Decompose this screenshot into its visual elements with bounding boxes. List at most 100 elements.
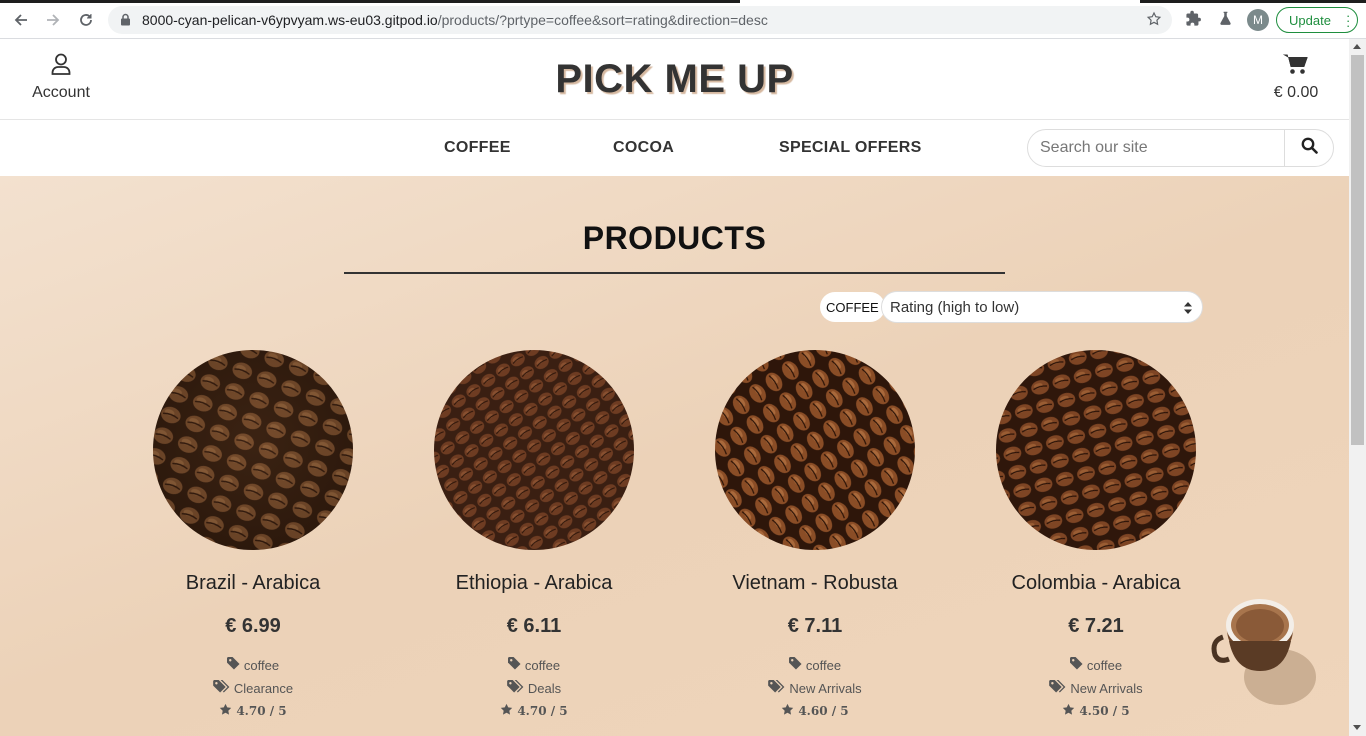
nav-cocoa[interactable]: COCOA (613, 139, 674, 157)
nav-coffee[interactable]: COFFEE (444, 139, 511, 157)
product-rating: 4.60 / 5 (798, 704, 849, 718)
sort-select[interactable]: Rating (high to low) (881, 291, 1203, 323)
product-meta: coffee Deals 4.70 / 5 (404, 654, 664, 723)
url-host: 8000-cyan-pelican-v6ypvyam.ws-eu03.gitpo… (142, 12, 438, 28)
cart-link[interactable]: € 0.00 (1268, 53, 1324, 102)
product-rating: 4.70 / 5 (236, 704, 287, 718)
search-placeholder: Search our site (1040, 139, 1148, 156)
product-rating-row: 4.60 / 5 (685, 700, 945, 723)
labs-flask-icon[interactable] (1218, 10, 1233, 31)
product-name[interactable]: Brazil - Arabica (123, 572, 383, 595)
page-title: PRODUCTS (582, 220, 767, 256)
tags-icon (1049, 677, 1066, 700)
select-arrows-icon (1184, 301, 1192, 318)
tags-icon (768, 677, 785, 700)
product-type-row: coffee (966, 654, 1226, 677)
product-image[interactable] (715, 350, 915, 550)
browser-toolbar: 8000-cyan-pelican-v6ypvyam.ws-eu03.gitpo… (0, 0, 1366, 39)
forward-arrow-icon[interactable] (42, 9, 64, 31)
product-price: € 6.99 (225, 615, 281, 637)
product-name[interactable]: Colombia - Arabica (966, 572, 1226, 595)
site-header: Account PICK ME UP € 0.00 (0, 39, 1349, 120)
product-rating: 4.50 / 5 (1079, 704, 1130, 718)
coffee-beans-image (715, 350, 915, 550)
product-image[interactable] (434, 350, 634, 550)
update-label: Update (1289, 12, 1331, 28)
product-price: € 6.11 (506, 615, 562, 637)
profile-initial: M (1253, 13, 1263, 27)
product-tag[interactable]: Clearance (234, 677, 293, 700)
product-tag-row: New Arrivals (966, 677, 1226, 700)
product-meta: coffee New Arrivals 4.50 / 5 (966, 654, 1226, 723)
product-type-row: coffee (685, 654, 945, 677)
product-tag-row: New Arrivals (685, 677, 945, 700)
product-rating-row: 4.50 / 5 (966, 700, 1226, 723)
bookmark-star-icon[interactable] (1146, 11, 1162, 32)
product-meta: coffee Clearance 4.70 / 5 (123, 654, 383, 723)
tag-icon (788, 654, 802, 677)
category-filter-chip[interactable]: COFFEE (820, 292, 885, 322)
product-tag-row: Deals (404, 677, 664, 700)
product-tag[interactable]: New Arrivals (789, 677, 861, 700)
product-rating: 4.70 / 5 (517, 704, 568, 718)
product-meta: coffee New Arrivals 4.60 / 5 (685, 654, 945, 723)
lock-icon (120, 13, 131, 31)
cart-total: € 0.00 (1273, 84, 1319, 101)
tags-icon (213, 677, 230, 700)
product-type[interactable]: coffee (1087, 654, 1122, 677)
profile-avatar[interactable]: M (1247, 9, 1269, 31)
product-type-row: coffee (404, 654, 664, 677)
product-type[interactable]: coffee (244, 654, 279, 677)
product-rating-row: 4.70 / 5 (123, 700, 383, 723)
search-icon (1301, 137, 1318, 159)
product-card[interactable]: Vietnam - Robusta € 7.11 coffee New Arri… (685, 350, 945, 723)
product-tag[interactable]: Deals (528, 677, 561, 700)
product-card[interactable]: Colombia - Arabica € 7.21 coffee New Arr… (966, 350, 1226, 723)
nav-special-offers[interactable]: SPECIAL OFFERS (779, 139, 922, 157)
product-rating-row: 4.70 / 5 (404, 700, 664, 723)
product-card[interactable]: Brazil - Arabica € 6.99 coffee Clearance… (123, 350, 383, 723)
more-vertical-icon: · · · (1346, 8, 1351, 33)
tag-icon (507, 654, 521, 677)
product-image[interactable] (996, 350, 1196, 550)
product-card[interactable]: Ethiopia - Arabica € 6.11 coffee Deals 4… (404, 350, 664, 723)
product-type-row: coffee (123, 654, 383, 677)
coffee-beans-image (434, 350, 634, 550)
update-button[interactable]: Update · · · (1276, 7, 1358, 33)
search-input[interactable]: Search our site (1027, 129, 1285, 167)
product-type[interactable]: coffee (525, 654, 560, 677)
tag-icon (226, 654, 240, 677)
site-logo[interactable]: PICK ME UP (0, 57, 1349, 102)
shopping-cart-icon (1283, 54, 1309, 79)
product-tag[interactable]: New Arrivals (1070, 677, 1142, 700)
product-price: € 7.11 (787, 615, 843, 637)
search-button[interactable] (1284, 129, 1334, 167)
page-scrollbar[interactable] (1349, 39, 1366, 736)
star-icon (781, 700, 794, 723)
address-bar[interactable]: 8000-cyan-pelican-v6ypvyam.ws-eu03.gitpo… (108, 6, 1172, 34)
star-icon (219, 700, 232, 723)
scroll-thumb[interactable] (1351, 55, 1364, 445)
extensions-puzzle-icon[interactable] (1185, 10, 1202, 32)
star-icon (1062, 700, 1075, 723)
tags-icon (507, 677, 524, 700)
scroll-down-arrow-icon[interactable] (1353, 725, 1361, 730)
reload-icon[interactable] (75, 9, 97, 31)
product-tag-row: Clearance (123, 677, 383, 700)
product-name[interactable]: Ethiopia - Arabica (404, 572, 664, 595)
main-nav: COFFEE COCOA SPECIAL OFFERS Search our s… (0, 120, 1349, 176)
title-divider (344, 272, 1005, 274)
back-arrow-icon[interactable] (10, 9, 32, 31)
scroll-up-arrow-icon[interactable] (1353, 44, 1361, 49)
product-price: € 7.21 (1068, 615, 1124, 637)
sort-select-value: Rating (high to low) (890, 298, 1020, 316)
star-icon (500, 700, 513, 723)
product-image[interactable] (153, 350, 353, 550)
products-section: PRODUCTS COFFEE Rating (high to low) Bra… (0, 176, 1349, 736)
product-type[interactable]: coffee (806, 654, 841, 677)
coffee-beans-image (996, 350, 1196, 550)
url-text: 8000-cyan-pelican-v6ypvyam.ws-eu03.gitpo… (142, 12, 768, 28)
coffee-beans-image (153, 350, 353, 550)
product-name[interactable]: Vietnam - Robusta (685, 572, 945, 595)
url-path: /products/?prtype=coffee&sort=rating&dir… (437, 12, 768, 28)
